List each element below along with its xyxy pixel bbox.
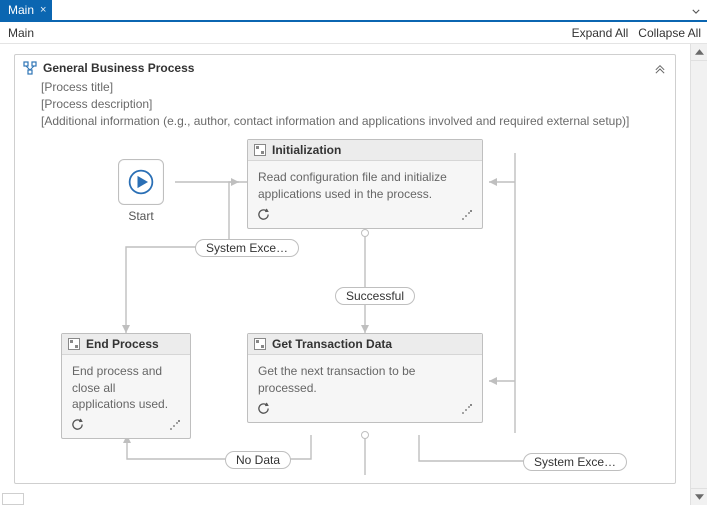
edge-label-system-exception-2[interactable]: System Exce… [523, 453, 627, 471]
node-end-process[interactable]: End Process End process and close all ap… [61, 333, 191, 439]
meta-process-title: [Process title] [41, 79, 663, 96]
collapse-all-button[interactable]: Collapse All [638, 26, 701, 40]
node-end-process-desc: End process and close all applications u… [72, 364, 168, 410]
node-initialization-header: Initialization [248, 140, 482, 161]
tab-main[interactable]: Main × [0, 0, 52, 20]
node-get-transaction-title: Get Transaction Data [272, 337, 392, 351]
more-icon[interactable] [460, 402, 474, 416]
more-icon[interactable] [460, 208, 474, 222]
node-initialization-title: Initialization [272, 143, 341, 157]
designer-header: Main Expand All Collapse All [0, 22, 707, 44]
scroll-up-button[interactable] [691, 44, 707, 61]
tab-main-label: Main [8, 3, 34, 17]
flow-body: Start Initialization Read configuration … [15, 135, 675, 475]
tab-strip: Main × [0, 0, 707, 22]
flowchart-icon [23, 61, 37, 75]
container-titlebar: General Business Process [15, 55, 675, 79]
more-icon[interactable] [168, 418, 182, 432]
container-annotations: [Process title] [Process description] [A… [15, 79, 675, 135]
canvas[interactable]: General Business Process [Process title]… [0, 44, 690, 505]
breadcrumb[interactable]: Main [8, 26, 34, 40]
start-node-button[interactable] [118, 159, 164, 205]
node-get-transaction-header: Get Transaction Data [248, 334, 482, 355]
node-end-process-title: End Process [86, 337, 159, 351]
tab-overflow-button[interactable] [689, 4, 703, 18]
scroll-down-button[interactable] [691, 488, 707, 505]
node-get-transaction-desc: Get the next transaction to be processed… [258, 364, 415, 394]
node-end-process-header: End Process [62, 334, 190, 355]
node-get-transaction[interactable]: Get Transaction Data Get the next transa… [247, 333, 483, 422]
loop-icon [256, 208, 270, 222]
start-node-label: Start [109, 209, 173, 223]
scroll-track[interactable] [693, 61, 705, 488]
state-machine-icon [68, 338, 80, 350]
tab-close-button[interactable]: × [40, 5, 46, 16]
flowchart-container[interactable]: General Business Process [Process title]… [14, 54, 676, 484]
loop-icon [256, 402, 270, 416]
node-initialization[interactable]: Initialization Read configuration file a… [247, 139, 483, 228]
state-machine-icon [254, 338, 266, 350]
state-machine-icon [254, 144, 266, 156]
horizontal-scroll-stub[interactable] [2, 493, 24, 505]
node-initialization-desc: Read configuration file and initialize a… [258, 170, 447, 200]
edge-label-no-data[interactable]: No Data [225, 451, 291, 469]
loop-icon [70, 418, 84, 432]
start-node[interactable]: Start [109, 159, 173, 223]
meta-process-description: [Process description] [41, 96, 663, 113]
meta-additional-info: [Additional information (e.g., author, c… [41, 113, 663, 130]
collapse-container-button[interactable] [653, 62, 667, 76]
edge-label-successful[interactable]: Successful [335, 287, 415, 305]
container-title: General Business Process [43, 61, 194, 75]
edge-label-system-exception[interactable]: System Exce… [195, 239, 299, 257]
vertical-scrollbar[interactable] [690, 44, 707, 505]
designer-surface: General Business Process [Process title]… [0, 44, 707, 505]
expand-all-button[interactable]: Expand All [572, 26, 629, 40]
